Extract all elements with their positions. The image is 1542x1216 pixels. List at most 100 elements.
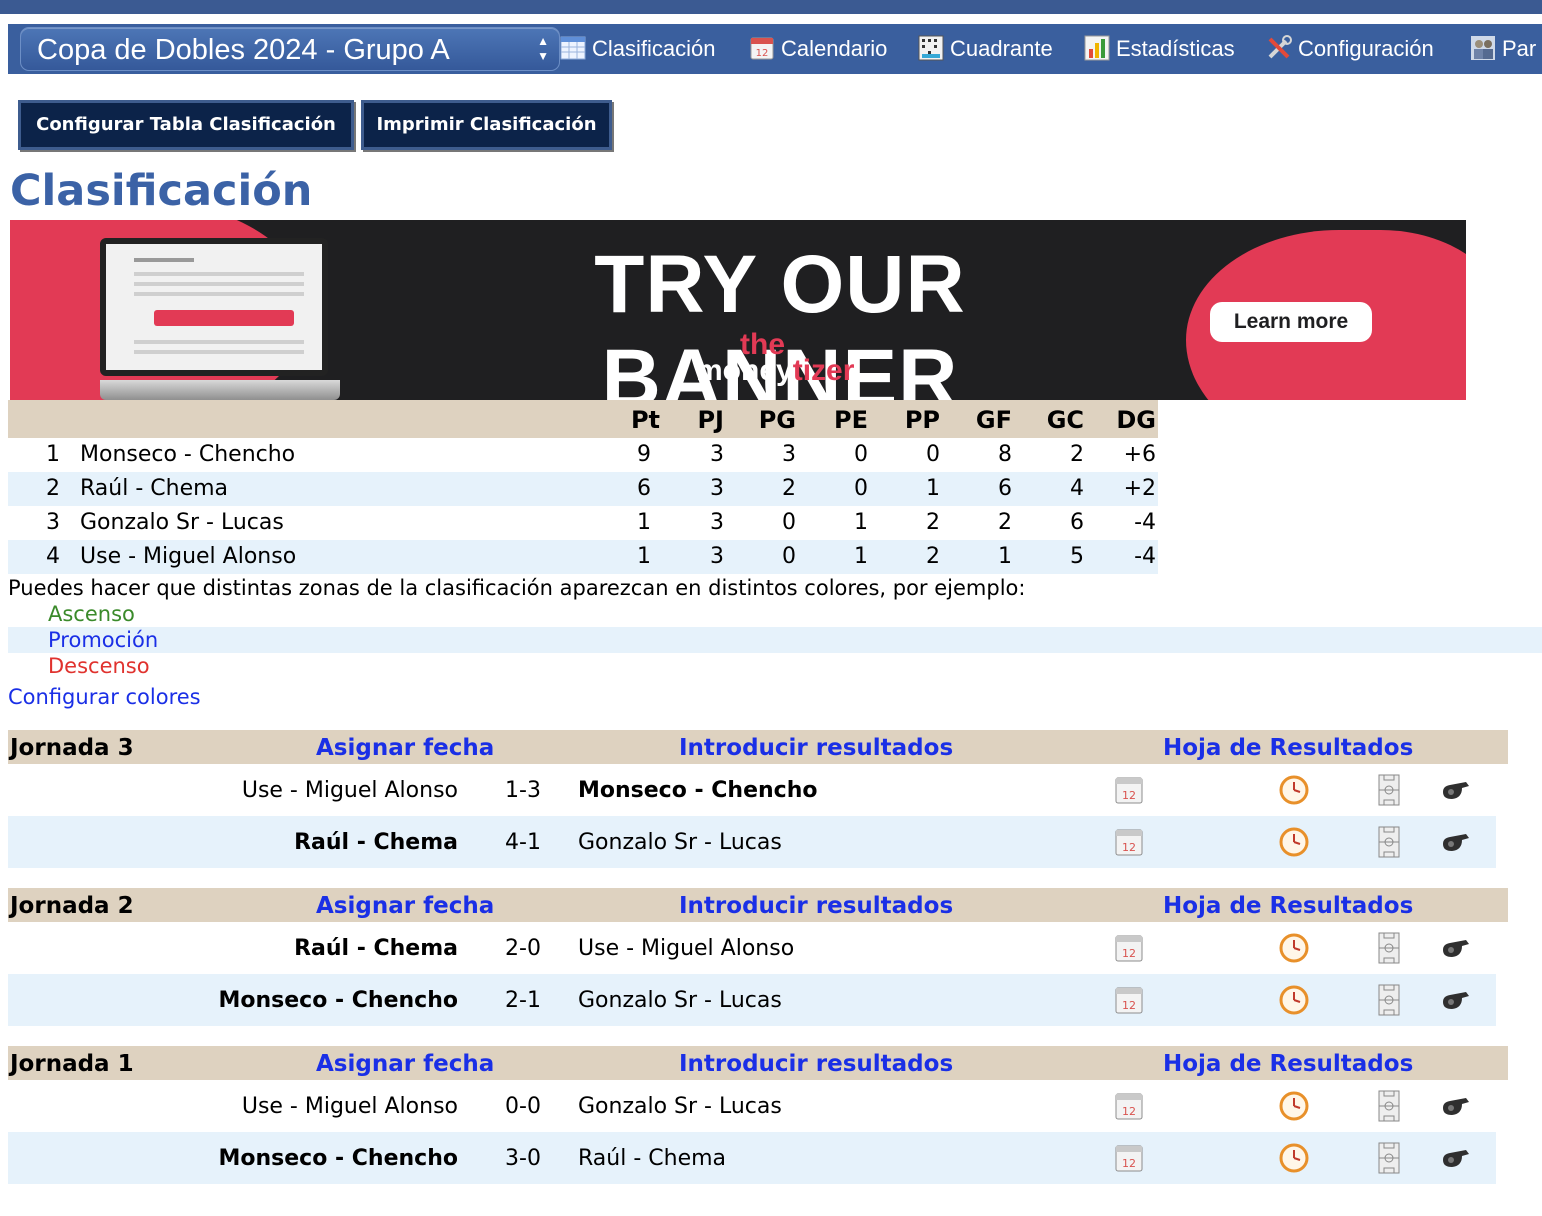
field-lineup-icon[interactable] — [1373, 1142, 1405, 1174]
configure-colors-link[interactable]: Configurar colores — [8, 685, 201, 709]
clock-icon[interactable] — [1278, 774, 1310, 806]
assign-date-link[interactable]: Asignar fecha — [316, 730, 494, 766]
position: 3 — [46, 510, 60, 535]
match-score: 2-0 — [505, 936, 541, 961]
clock-icon[interactable] — [1278, 1090, 1310, 1122]
assign-date-link[interactable]: Asignar fecha — [316, 888, 494, 924]
table-icon — [560, 36, 586, 60]
standings-header: Pt PJ PG PE PP GF GC DG — [8, 400, 1158, 438]
whistle-icon[interactable] — [1440, 774, 1472, 806]
configure-table-button[interactable]: Configurar Tabla Clasificación — [18, 100, 354, 150]
competition-select[interactable]: Copa de Dobles 2024 - Grupo A ▲ ▼ — [20, 27, 560, 71]
field-lineup-icon[interactable] — [1373, 984, 1405, 1016]
field-lineup-icon[interactable] — [1373, 774, 1405, 806]
stat-pe: 1 — [854, 510, 868, 535]
svg-text:12: 12 — [1122, 947, 1136, 960]
nav-configuracion[interactable]: Configuración — [1266, 30, 1434, 68]
zone-promocion: Promoción — [8, 627, 1542, 653]
col-header-pg: PG — [758, 406, 796, 434]
match-row: Raúl - Chema 4-1 Gonzalo Sr - Lucas 12 — [8, 816, 1496, 868]
calendar-icon[interactable]: 12 — [1113, 774, 1145, 806]
nav-label: Cuadrante — [950, 36, 1053, 61]
enter-results-link[interactable]: Introducir resultados — [679, 888, 953, 924]
whistle-icon[interactable] — [1440, 1090, 1472, 1122]
home-team: Monseco - Chencho — [218, 988, 459, 1013]
nav-label: Par — [1502, 36, 1537, 61]
clock-icon[interactable] — [1278, 932, 1310, 964]
svg-text:12: 12 — [756, 48, 769, 59]
standings-row: 2 Raúl - Chema 6 3 2 0 1 6 4 +2 — [8, 472, 1158, 506]
match-score: 4-1 — [505, 830, 541, 855]
stat-gc: 6 — [1070, 510, 1084, 535]
team-name[interactable]: Use - Miguel Alonso — [80, 540, 296, 574]
match-row: Monseco - Chencho 2-1 Gonzalo Sr - Lucas… — [8, 974, 1496, 1026]
team-name[interactable]: Gonzalo Sr - Lucas — [80, 506, 284, 540]
competition-select-value: Copa de Dobles 2024 - Grupo A — [37, 34, 450, 66]
match-score: 0-0 — [505, 1094, 541, 1119]
whistle-icon[interactable] — [1440, 932, 1472, 964]
stat-gf: 1 — [998, 544, 1012, 569]
ad-banner[interactable]: TRY OUR BANNER the moneytizer Learn more — [10, 220, 1466, 400]
field-lineup-icon[interactable] — [1373, 826, 1405, 858]
print-standings-button[interactable]: Imprimir Clasificación — [361, 100, 612, 150]
whistle-icon[interactable] — [1440, 826, 1472, 858]
field-lineup-icon[interactable] — [1373, 1090, 1405, 1122]
results-sheet-link[interactable]: Hoja de Resultados — [1163, 730, 1413, 766]
enter-results-link[interactable]: Introducir resultados — [679, 1046, 953, 1082]
calendar-icon[interactable]: 12 — [1113, 1090, 1145, 1122]
stat-gf: 8 — [998, 442, 1012, 467]
calendar-icon[interactable]: 12 — [1113, 932, 1145, 964]
stat-gc: 4 — [1070, 476, 1084, 501]
nav-calendario[interactable]: 12 Calendario — [749, 30, 887, 68]
round-block: Jornada 3 Asignar fecha Introducir resul… — [8, 730, 1508, 868]
match-row: Use - Miguel Alonso 1-3 Monseco - Chench… — [8, 764, 1496, 816]
calendar-icon[interactable]: 12 — [1113, 984, 1145, 1016]
nav-label: Clasificación — [592, 36, 716, 61]
nav-clasificacion[interactable]: Clasificación — [560, 30, 716, 68]
whistle-icon[interactable] — [1440, 984, 1472, 1016]
match-score: 3-0 — [505, 1146, 541, 1171]
stat-pj: 3 — [710, 510, 724, 535]
results-sheet-link[interactable]: Hoja de Resultados — [1163, 1046, 1413, 1082]
stat-pj: 3 — [710, 476, 724, 501]
top-navbar: Copa de Dobles 2024 - Grupo A ▲ ▼ Clasifi… — [8, 24, 1542, 74]
whistle-icon[interactable] — [1440, 1142, 1472, 1174]
stat-pg: 2 — [782, 476, 796, 501]
assign-date-link[interactable]: Asignar fecha — [316, 1046, 494, 1082]
stat-pt: 9 — [637, 442, 651, 467]
team-name[interactable]: Raúl - Chema — [80, 472, 228, 506]
stat-pj: 3 — [710, 544, 724, 569]
monitor-stand — [100, 380, 340, 400]
nav-estadisticas[interactable]: Estadísticas — [1084, 30, 1235, 68]
team-name[interactable]: Monseco - Chencho — [80, 438, 295, 472]
position: 2 — [46, 476, 60, 501]
stat-pe: 1 — [854, 544, 868, 569]
calendar-icon: 12 — [750, 37, 774, 60]
calendar-icon[interactable]: 12 — [1113, 826, 1145, 858]
stat-pp: 2 — [926, 510, 940, 535]
field-lineup-icon[interactable] — [1373, 932, 1405, 964]
col-header-pt: Pt — [630, 406, 660, 434]
svg-text:12: 12 — [1122, 999, 1136, 1012]
clock-icon[interactable] — [1278, 1142, 1310, 1174]
home-team: Use - Miguel Alonso — [241, 1094, 458, 1119]
monitor-illustration — [100, 238, 328, 376]
learn-more-button[interactable]: Learn more — [1210, 302, 1372, 342]
calendar-icon[interactable]: 12 — [1113, 1142, 1145, 1174]
top-strip — [0, 0, 1542, 14]
nav-participantes[interactable]: Par — [1470, 30, 1536, 68]
standings-row: 3 Gonzalo Sr - Lucas 1 3 0 1 2 2 6 -4 — [8, 506, 1158, 540]
match-row: Use - Miguel Alonso 0-0 Gonzalo Sr - Luc… — [8, 1080, 1496, 1132]
round-title: Jornada 2 — [10, 893, 134, 919]
clock-icon[interactable] — [1278, 826, 1310, 858]
stat-dg: +2 — [1123, 476, 1156, 501]
standings-table: Pt PJ PG PE PP GF GC DG 1 Monseco - Chen… — [8, 400, 1158, 574]
home-team: Raúl - Chema — [294, 936, 458, 961]
results-sheet-link[interactable]: Hoja de Resultados — [1163, 888, 1413, 924]
nav-cuadrante[interactable]: Cuadrante — [918, 30, 1053, 68]
enter-results-link[interactable]: Introducir resultados — [679, 730, 953, 766]
round-block: Jornada 1 Asignar fecha Introducir resul… — [8, 1046, 1508, 1184]
home-team: Monseco - Chencho — [218, 1146, 459, 1171]
stat-pt: 1 — [637, 510, 651, 535]
clock-icon[interactable] — [1278, 984, 1310, 1016]
